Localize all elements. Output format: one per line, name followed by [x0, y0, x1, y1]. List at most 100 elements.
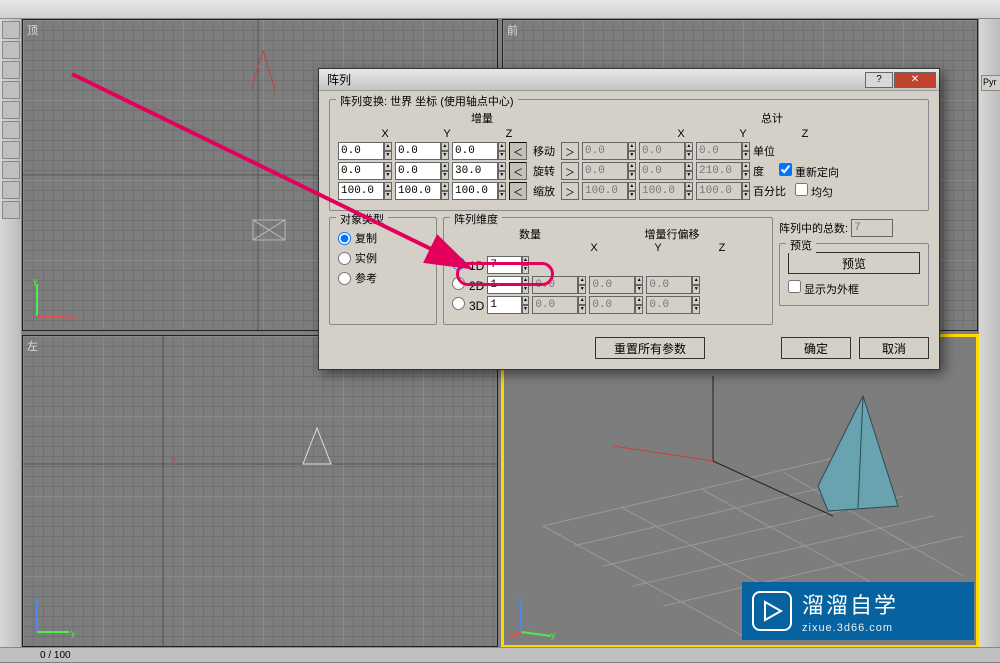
svg-text:z: z: [33, 592, 38, 602]
right-toolbar: Pyr: [978, 19, 1000, 647]
tool-icon[interactable]: [2, 21, 20, 39]
tool-icon[interactable]: [2, 201, 20, 219]
d2-y-spinner: ▲▼: [589, 276, 643, 294]
tool-icon[interactable]: [2, 121, 20, 139]
move-tx-spinner: ▲▼: [582, 142, 636, 160]
d3-y-spinner: ▲▼: [589, 296, 643, 314]
group-legend: 预览: [786, 237, 816, 253]
move-label: 移动: [530, 143, 558, 159]
dialog-title: 阵列: [327, 71, 351, 88]
move-ty-spinner: ▲▼: [639, 142, 693, 160]
tool-icon[interactable]: [2, 61, 20, 79]
move-iz-spinner[interactable]: ▲▼: [452, 142, 506, 160]
tool-icon[interactable]: [2, 161, 20, 179]
rotate-ty-spinner: ▲▼: [639, 162, 693, 180]
reset-button[interactable]: 重置所有参数: [595, 337, 705, 359]
scale-label: 缩放: [530, 183, 558, 199]
units-label: 单位: [753, 143, 775, 159]
inc-header: 增量: [392, 110, 572, 126]
watermark: 溜溜自学 zixue.3d66.com: [742, 582, 974, 640]
move-tz-spinner: ▲▼: [696, 142, 750, 160]
rotate-ix-spinner[interactable]: ▲▼: [338, 162, 392, 180]
tool-icon[interactable]: [2, 181, 20, 199]
preview-group: 预览 预览 显示为外框: [779, 243, 929, 306]
viewport-left[interactable]: 左 y y z: [22, 335, 498, 647]
play-icon: [752, 591, 792, 631]
left-toolbar: [0, 19, 22, 647]
total-in-array-label: 阵列中的总数:: [779, 220, 848, 236]
tool-icon[interactable]: [2, 81, 20, 99]
axis-gizmo: y z: [29, 592, 77, 640]
scale-ty-spinner: ▲▼: [639, 182, 693, 200]
d2-count-spinner[interactable]: ▲▼: [487, 276, 529, 294]
watermark-sub: zixue.3d66.com: [802, 622, 898, 634]
move-inc-button[interactable]: ＜: [509, 142, 527, 160]
watermark-brand: 溜溜自学: [802, 588, 898, 620]
scale-iy-spinner[interactable]: ▲▼: [395, 182, 449, 200]
d3-z-spinner: ▲▼: [646, 296, 700, 314]
axis-gizmo: z y: [509, 592, 557, 640]
preview-button[interactable]: 预览: [788, 252, 920, 274]
percent-label: 百分比: [753, 183, 786, 199]
scale-tx-spinner: ▲▼: [582, 182, 636, 200]
svg-text:x: x: [71, 312, 76, 322]
dim-3d-radio[interactable]: 3D: [452, 297, 484, 313]
viewport-content: y: [23, 336, 497, 646]
instance-radio[interactable]: 实例: [338, 250, 428, 266]
scale-iz-spinner[interactable]: ▲▼: [452, 182, 506, 200]
rotate-label: 旋转: [530, 163, 558, 179]
dim-2d-radio[interactable]: 2D: [452, 277, 484, 293]
svg-text:y: y: [71, 628, 76, 638]
reorient-checkbox[interactable]: 重新定向: [779, 163, 839, 180]
total-header: 总计: [682, 110, 862, 126]
object-type-field[interactable]: Pyr: [981, 75, 1000, 91]
svg-text:y: y: [33, 276, 38, 286]
svg-text:y: y: [551, 630, 556, 640]
d3-x-spinner: ▲▼: [532, 296, 586, 314]
group-legend: 对象类型: [336, 211, 388, 227]
help-button[interactable]: ?: [865, 72, 893, 88]
ok-button[interactable]: 确定: [781, 337, 851, 359]
d2-x-spinner: ▲▼: [532, 276, 586, 294]
move-total-button[interactable]: ＞: [561, 142, 579, 160]
d1-count-spinner[interactable]: ▲▼: [487, 256, 529, 274]
wireframe-checkbox[interactable]: 显示为外框: [788, 280, 920, 297]
tool-icon[interactable]: [2, 101, 20, 119]
rotate-total-button[interactable]: ＞: [561, 162, 579, 180]
dim-2d-row: 2D ▲▼ ▲▼ ▲▼ ▲▼: [452, 276, 764, 294]
viewport-label: 前: [507, 22, 518, 38]
deg-label: 度: [753, 163, 764, 179]
rotate-iz-spinner[interactable]: ▲▼: [452, 162, 506, 180]
tool-icon[interactable]: [2, 41, 20, 59]
dim-1d-radio[interactable]: 1D: [452, 257, 484, 273]
status-bar: 0 / 100: [0, 647, 1000, 662]
uniform-checkbox[interactable]: 均匀: [795, 183, 833, 200]
svg-text:y: y: [171, 454, 176, 464]
scale-inc-button[interactable]: ＜: [509, 182, 527, 200]
move-iy-spinner[interactable]: ▲▼: [395, 142, 449, 160]
total-in-array-field: [851, 219, 893, 237]
rotate-inc-button[interactable]: ＜: [509, 162, 527, 180]
axis-gizmo: x y: [29, 276, 77, 324]
top-toolbar: [0, 0, 1000, 19]
object-type-group: 对象类型 复制 实例 参考: [329, 217, 437, 325]
scale-total-button[interactable]: ＞: [561, 182, 579, 200]
rotate-tz-spinner: ▲▼: [696, 162, 750, 180]
d3-count-spinner[interactable]: ▲▼: [487, 296, 529, 314]
svg-text:z: z: [517, 592, 522, 602]
rotate-iy-spinner[interactable]: ▲▼: [395, 162, 449, 180]
dialog-titlebar[interactable]: 阵列 ? ✕: [319, 69, 939, 91]
array-dialog: 阵列 ? ✕ 阵列变换: 世界 坐标 (使用轴点中心) 增量 总计 X Y Z …: [318, 68, 940, 370]
frame-counter: 0 / 100: [40, 650, 71, 661]
cancel-button[interactable]: 取消: [859, 337, 929, 359]
reference-radio[interactable]: 参考: [338, 270, 428, 286]
copy-radio[interactable]: 复制: [338, 230, 428, 246]
close-button[interactable]: ✕: [894, 72, 936, 88]
array-dimension-group: 阵列维度 数量 增量行偏移 X Y Z 1D ▲▼: [443, 217, 773, 325]
rotate-tx-spinner: ▲▼: [582, 162, 636, 180]
move-ix-spinner[interactable]: ▲▼: [338, 142, 392, 160]
scale-tz-spinner: ▲▼: [696, 182, 750, 200]
scale-ix-spinner[interactable]: ▲▼: [338, 182, 392, 200]
viewport-label: 左: [27, 338, 38, 354]
tool-icon[interactable]: [2, 141, 20, 159]
